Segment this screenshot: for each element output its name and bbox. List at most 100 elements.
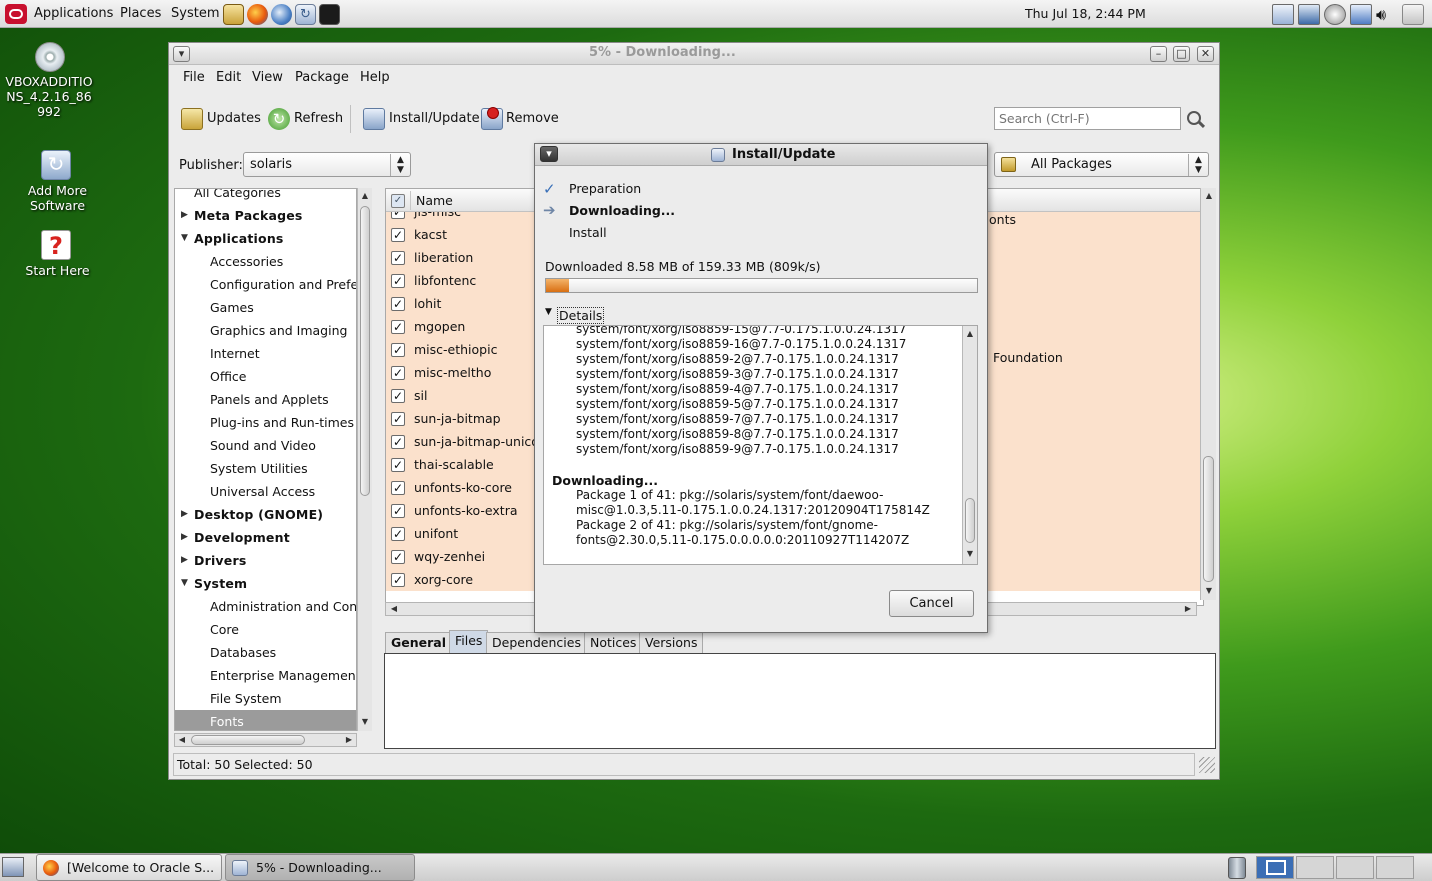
category-item[interactable]: ▶ Development xyxy=(175,526,356,549)
package-checkbox[interactable]: ✓ xyxy=(391,435,405,449)
updates-button[interactable]: Updates xyxy=(179,105,261,133)
taskbar-item-downloading[interactable]: 5% - Downloading... xyxy=(225,854,415,881)
name-column-header[interactable]: Name xyxy=(416,193,453,208)
accessibility-icon[interactable] xyxy=(1350,4,1372,25)
dialog-menu-button[interactable]: ▾ xyxy=(540,146,558,162)
terminal-icon[interactable] xyxy=(319,4,340,25)
package-checkbox[interactable]: ✓ xyxy=(391,297,405,311)
menu-file[interactable]: File xyxy=(183,70,205,85)
workspace-3[interactable] xyxy=(1336,856,1374,879)
scroll-right-icon[interactable]: ▶ xyxy=(343,734,355,746)
window-menu-button[interactable]: ▾ xyxy=(173,46,190,62)
category-item[interactable]: Games xyxy=(175,296,356,319)
category-item[interactable]: System Utilities xyxy=(175,457,356,480)
publisher-select[interactable]: solaris ▲ ▼ xyxy=(243,152,411,177)
scroll-down-icon[interactable]: ▼ xyxy=(359,716,371,728)
category-item[interactable]: Plug-ins and Run-times xyxy=(175,411,356,434)
menu-view[interactable]: View xyxy=(252,70,283,85)
scroll-right-icon[interactable]: ▶ xyxy=(1182,603,1194,615)
package-checkbox[interactable]: ✓ xyxy=(391,389,405,403)
details-log[interactable]: system/font/xorg/iso8859-15@7.7-0.175.1.… xyxy=(543,325,978,565)
package-checkbox[interactable]: ✓ xyxy=(391,527,405,541)
workspace-1[interactable] xyxy=(1256,856,1294,879)
category-item[interactable]: ▶ Meta Packages xyxy=(175,204,356,227)
category-item[interactable]: Internet xyxy=(175,342,356,365)
update-notifier-icon[interactable] xyxy=(1324,4,1346,25)
scroll-left-icon[interactable]: ◀ xyxy=(176,734,188,746)
category-item[interactable]: ▼ System xyxy=(175,572,356,595)
minimize-button[interactable]: – xyxy=(1150,46,1167,62)
category-tree[interactable]: All Categories ▶ Meta Packages ▼ Applicati… xyxy=(174,188,357,731)
package-checkbox[interactable]: ✓ xyxy=(391,504,405,518)
category-item[interactable]: Administration and Configuration xyxy=(175,595,356,618)
package-checkbox[interactable]: ✓ xyxy=(391,343,405,357)
package-checkbox[interactable]: ✓ xyxy=(391,573,405,587)
scroll-up-icon[interactable]: ▲ xyxy=(1203,190,1215,202)
desktop-icon-add-more-software[interactable]: ↻ Add More Software xyxy=(10,150,105,213)
search-input[interactable] xyxy=(994,107,1181,130)
tab-dependencies[interactable]: Dependencies xyxy=(486,632,587,654)
package-checkbox[interactable]: ✓ xyxy=(391,458,405,472)
tab-general[interactable]: General xyxy=(385,632,452,654)
package-scrollbar[interactable]: ▲ ▼ xyxy=(1200,188,1216,600)
scroll-thumb[interactable] xyxy=(1203,456,1214,582)
category-scrollbar[interactable]: ▲ ▼ xyxy=(357,188,372,731)
menu-help[interactable]: Help xyxy=(360,70,390,85)
category-item[interactable]: Configuration and Preferences xyxy=(175,273,356,296)
shutdown-icon[interactable] xyxy=(1402,4,1424,25)
cancel-button[interactable]: Cancel xyxy=(889,590,974,617)
tab-files[interactable]: Files xyxy=(449,630,489,654)
trash-icon[interactable] xyxy=(1228,857,1246,879)
clock[interactable]: Thu Jul 18, 2:44 PM xyxy=(1025,0,1146,28)
category-item[interactable]: File System xyxy=(175,687,356,710)
thunderbird-icon[interactable] xyxy=(271,4,292,25)
package-checkbox[interactable]: ✓ xyxy=(391,550,405,564)
network-icon[interactable] xyxy=(1298,4,1320,25)
menu-package[interactable]: Package xyxy=(295,70,349,85)
scroll-thumb[interactable] xyxy=(360,206,370,496)
applications-menu[interactable]: Applications xyxy=(34,0,113,28)
window-titlebar[interactable]: ▾ 5% - Downloading... – □ ✕ xyxy=(169,43,1219,65)
desktop-icon-start-here[interactable]: ? Start Here xyxy=(10,230,105,280)
filter-select[interactable]: All Packages ▲ ▼ xyxy=(994,152,1209,177)
workspace-4[interactable] xyxy=(1376,856,1414,879)
expander-expanded-icon[interactable]: ▼ xyxy=(181,227,188,250)
category-item[interactable]: Accessories xyxy=(175,250,356,273)
oracle-logo-icon[interactable] xyxy=(5,4,27,24)
expander-expanded-icon[interactable]: ▼ xyxy=(181,572,188,595)
package-checkbox[interactable]: ✓ xyxy=(391,320,405,334)
volume-icon[interactable]: 🔊︎ xyxy=(1376,5,1386,25)
package-checkbox[interactable]: ✓ xyxy=(391,412,405,426)
category-hscrollbar[interactable]: ◀ ▶ xyxy=(174,733,357,747)
package-manager-icon[interactable]: ↻ xyxy=(295,4,316,25)
tab-versions[interactable]: Versions xyxy=(639,632,704,654)
scroll-thumb[interactable] xyxy=(965,498,975,543)
category-item-selected[interactable]: Fonts xyxy=(175,710,356,730)
category-item[interactable]: ▶ Drivers xyxy=(175,549,356,572)
package-checkbox[interactable]: ✓ xyxy=(391,251,405,265)
category-item[interactable]: Universal Access xyxy=(175,480,356,503)
firefox-icon[interactable] xyxy=(247,4,268,25)
scroll-down-icon[interactable]: ▼ xyxy=(1203,585,1215,597)
scroll-up-icon[interactable]: ▲ xyxy=(359,190,371,202)
expander-collapsed-icon[interactable]: ▶ xyxy=(181,526,188,549)
tab-notices[interactable]: Notices xyxy=(584,632,643,654)
places-menu[interactable]: Places xyxy=(120,0,161,28)
scroll-left-icon[interactable]: ◀ xyxy=(388,603,400,615)
category-item[interactable]: Office xyxy=(175,365,356,388)
category-item[interactable]: ▶ Desktop (GNOME) xyxy=(175,503,356,526)
dialog-titlebar[interactable]: ▾ Install/Update xyxy=(535,144,987,166)
expander-collapsed-icon[interactable]: ▶ xyxy=(181,549,188,572)
category-item[interactable]: Panels and Applets xyxy=(175,388,356,411)
package-checkbox[interactable]: ✓ xyxy=(391,366,405,380)
resize-grip-icon[interactable] xyxy=(1199,757,1215,773)
install-update-button[interactable]: Install/Update xyxy=(362,105,480,133)
details-scrollbar[interactable]: ▲ ▼ xyxy=(962,326,977,564)
expander-collapsed-icon[interactable]: ▶ xyxy=(181,503,188,526)
category-item[interactable]: Core xyxy=(175,618,356,641)
refresh-button[interactable]: ↻ Refresh xyxy=(267,105,347,133)
system-menu[interactable]: System xyxy=(171,0,219,28)
desktop-icon-vboxadditions[interactable]: VBOXADDITIONS_4.2.16_86992 xyxy=(2,42,97,122)
scroll-up-icon[interactable]: ▲ xyxy=(964,328,976,340)
maximize-button[interactable]: □ xyxy=(1173,46,1190,62)
